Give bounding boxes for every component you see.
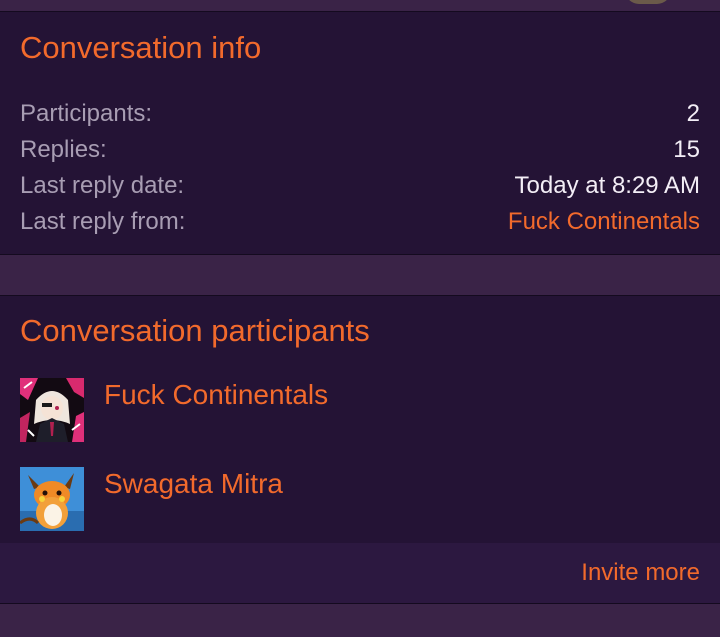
last-reply-date-value[interactable]: Today at 8:29 AM [515,168,700,204]
last-reply-date-row: Last reply date: Today at 8:29 AM [20,168,700,204]
partial-avatar [625,0,671,4]
replies-label: Replies: [20,136,107,163]
anime-character-avatar[interactable] [20,378,84,442]
last-reply-date-label: Last reply date: [20,172,185,199]
conversation-participants-title: Conversation participants [20,313,370,348]
replies-value: 15 [673,136,700,163]
replies-count-row: Replies: 15 [20,132,700,168]
conversation-info-panel: Conversation info Participants: 2 Replie… [0,11,720,255]
raichu-avatar[interactable] [20,467,84,531]
last-reply-from-row: Last reply from: Fuck Continentals [20,204,700,240]
last-reply-from-label: Last reply from: [20,208,186,235]
participants-value: 2 [686,100,700,127]
participant-item: Fuck Continentals [20,378,700,442]
invite-more-link[interactable]: Invite more [581,557,700,589]
participant-item: Swagata Mitra [20,467,700,531]
participants-count-row: Participants: 2 [20,96,700,132]
conversation-info-title: Conversation info [20,30,262,65]
participants-label: Participants: [20,100,153,127]
participant-name-link[interactable]: Swagata Mitra [104,467,283,501]
participant-name-link[interactable]: Fuck Continentals [104,378,328,412]
participants-footer: Invite more [0,543,720,604]
conversation-participants-panel: Conversation participants Fuck Continent… [0,295,720,545]
last-reply-from-user-link[interactable]: Fuck Continentals [508,204,700,240]
top-strip [0,0,720,11]
